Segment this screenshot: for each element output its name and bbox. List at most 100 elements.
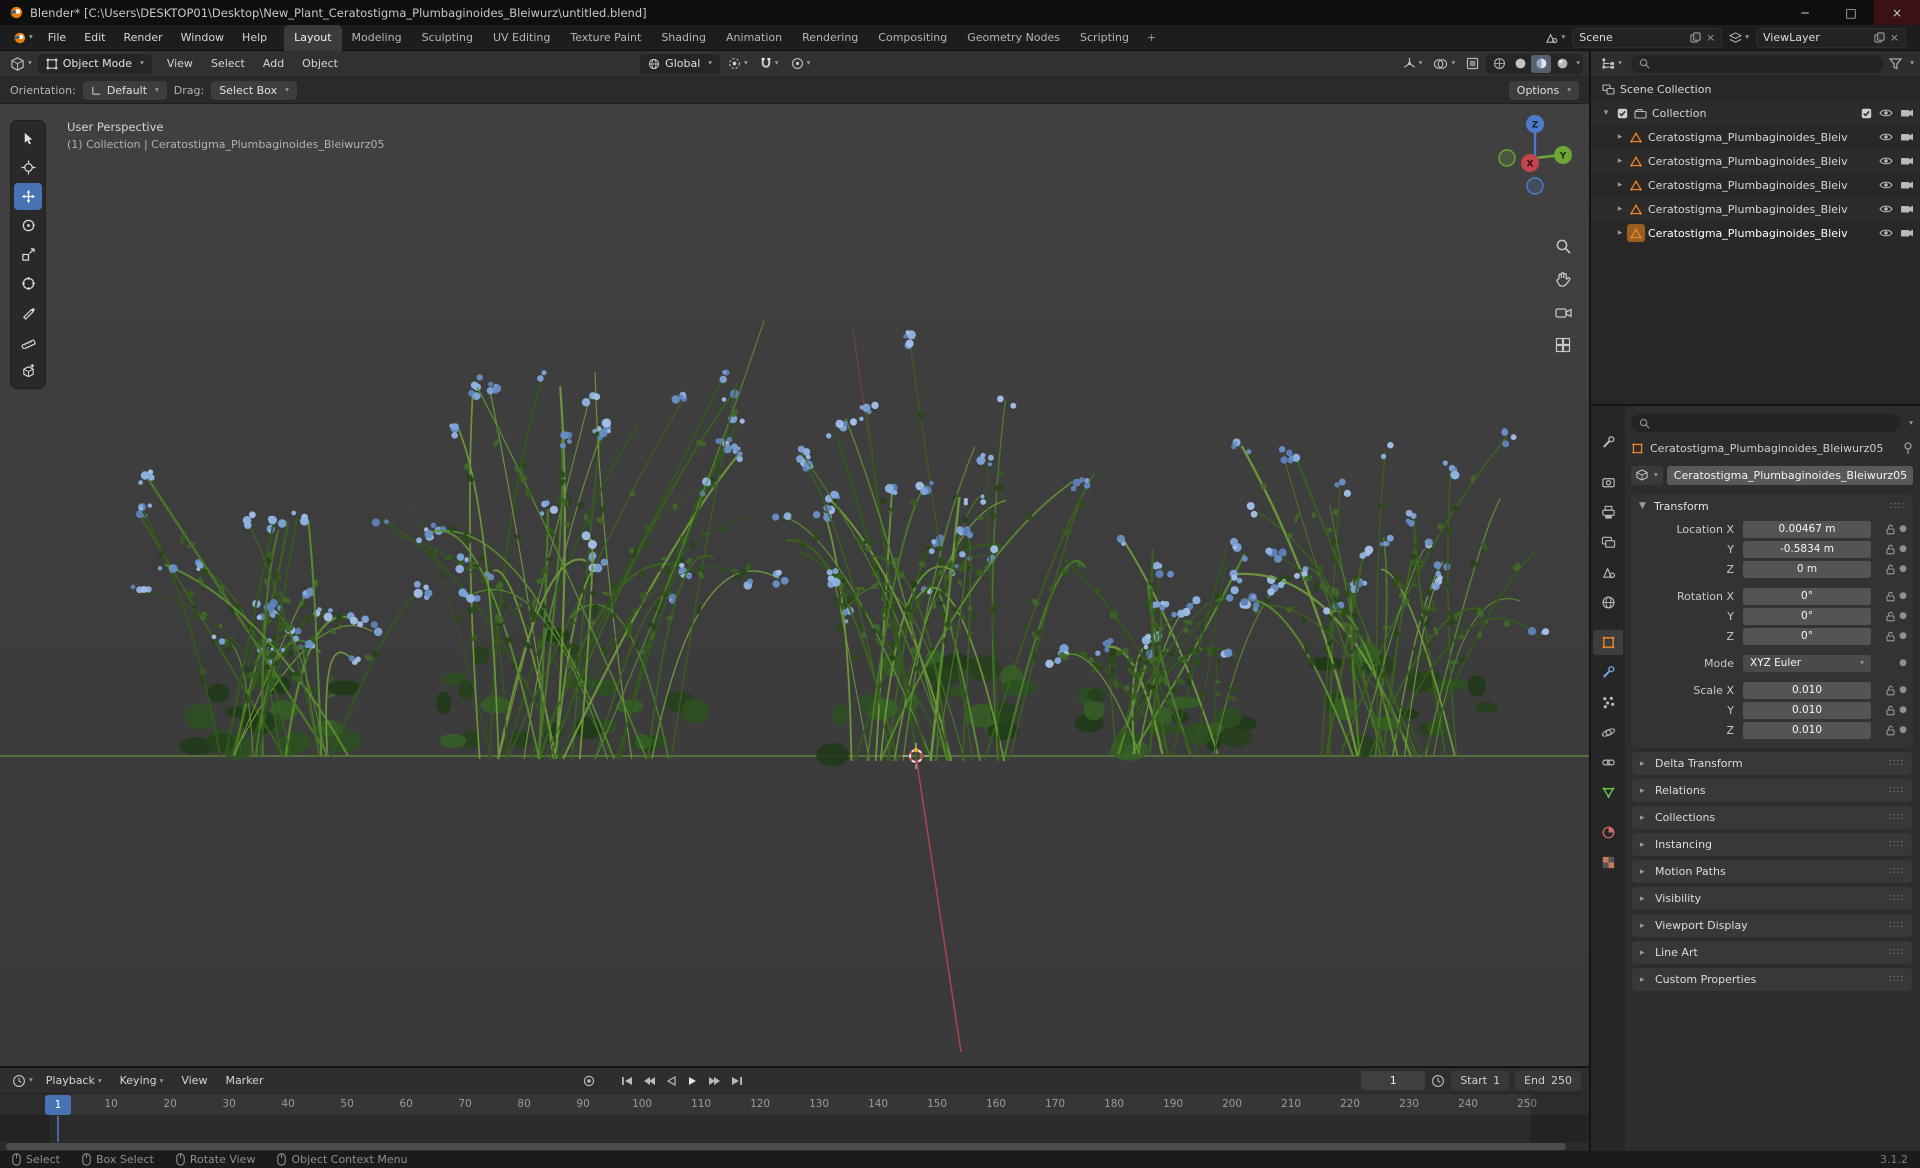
animate-dot-icon[interactable]: ● xyxy=(1899,564,1907,574)
snap-magnet-button[interactable]: ▾ xyxy=(756,54,783,74)
tool-cursor[interactable] xyxy=(14,154,42,181)
previous-keyframe-button[interactable] xyxy=(639,1072,659,1090)
transform-field-z[interactable]: 0.010 xyxy=(1743,721,1871,739)
panel-drag-handle[interactable]: ∷∷ xyxy=(1889,812,1904,823)
animate-dot-icon[interactable]: ● xyxy=(1899,591,1907,601)
navigation-gizmo[interactable]: Z Y X xyxy=(1493,112,1577,196)
disable-in-render-camera-icon[interactable] xyxy=(1900,180,1914,190)
viewport-menu-object[interactable]: Object xyxy=(293,51,347,76)
panel-custom-properties[interactable]: ▸ Custom Properties ∷∷ xyxy=(1632,968,1912,991)
disable-in-render-camera-icon[interactable] xyxy=(1900,228,1914,238)
transform-field-mode[interactable]: XYZ Euler ▾ xyxy=(1743,654,1871,672)
menu-edit[interactable]: Edit xyxy=(75,25,114,50)
plant-object-2[interactable] xyxy=(371,320,789,760)
close-button[interactable]: × xyxy=(1874,0,1920,25)
workspace-tab-rendering[interactable]: Rendering xyxy=(792,25,868,51)
scene-browse-button[interactable]: ▾ xyxy=(1542,32,1568,44)
hide-in-viewport-eye-icon[interactable] xyxy=(1879,180,1893,190)
disable-in-render-camera-icon[interactable] xyxy=(1900,132,1914,142)
workspace-tab-geometry-nodes[interactable]: Geometry Nodes xyxy=(957,25,1070,51)
gizmo-minus-y-ball[interactable] xyxy=(1498,149,1516,167)
current-frame-field[interactable]: 1 xyxy=(1361,1071,1426,1090)
transform-field-y[interactable]: 0° xyxy=(1743,607,1871,625)
remove-viewlayer-icon[interactable]: × xyxy=(1890,31,1899,44)
tool-add-cube[interactable] xyxy=(14,357,42,384)
workspace-tab-compositing[interactable]: Compositing xyxy=(868,25,957,51)
disable-in-render-camera-icon[interactable] xyxy=(1900,156,1914,166)
lock-icon[interactable] xyxy=(1886,564,1895,575)
hide-in-viewport-eye-icon[interactable] xyxy=(1879,132,1893,142)
tab-physics[interactable] xyxy=(1593,720,1623,745)
lock-icon[interactable] xyxy=(1886,591,1895,602)
hide-in-viewport-eye-icon[interactable] xyxy=(1879,204,1893,214)
chevron-down-icon[interactable]: ▾ xyxy=(1909,418,1913,427)
maximize-button[interactable]: □ xyxy=(1828,0,1874,25)
tab-world[interactable] xyxy=(1593,590,1623,615)
timeline-menu-playback[interactable]: Playback ▾ xyxy=(37,1068,111,1094)
panel-drag-handle[interactable]: ∷∷ xyxy=(1889,839,1904,850)
plant-object-1[interactable] xyxy=(130,469,433,761)
tab-output[interactable] xyxy=(1593,500,1623,525)
tab-particles[interactable] xyxy=(1593,690,1623,715)
timeline-ruler[interactable]: 10 20 30 40 50 60 70 80 90 100 110 120 130 140 150 160 1… xyxy=(0,1094,1589,1116)
tab-texture[interactable] xyxy=(1593,850,1623,875)
lock-icon[interactable] xyxy=(1886,611,1895,622)
animate-dot-icon[interactable]: ● xyxy=(1899,685,1907,695)
disable-in-render-camera-icon[interactable] xyxy=(1900,204,1914,214)
timeline-menu-marker[interactable]: Marker xyxy=(216,1068,272,1093)
tab-tool[interactable] xyxy=(1593,430,1623,455)
shading-solid-button[interactable] xyxy=(1510,55,1530,73)
orientation-dropdown[interactable]: Global ▾ xyxy=(640,53,721,74)
lock-icon[interactable] xyxy=(1886,685,1895,696)
panel-delta-transform[interactable]: ▸ Delta Transform ∷∷ xyxy=(1632,752,1912,775)
animate-dot-icon[interactable]: ● xyxy=(1899,725,1907,735)
new-scene-icon[interactable] xyxy=(1690,32,1701,43)
breadcrumb-object-name[interactable]: Ceratostigma_Plumbaginoides_Bleiwurz05 xyxy=(1650,442,1897,455)
gizmo-minus-z-ball[interactable] xyxy=(1526,177,1544,195)
panel-line-art[interactable]: ▸ Line Art ∷∷ xyxy=(1632,941,1912,964)
tool-transform[interactable] xyxy=(14,270,42,297)
viewport-menu-view[interactable]: View xyxy=(158,51,202,76)
proportional-edit-button[interactable]: ▾ xyxy=(787,54,815,74)
timeline-menu-view[interactable]: View xyxy=(172,1068,216,1093)
orthographic-toggle-icon[interactable] xyxy=(1553,335,1573,355)
panel-instancing[interactable]: ▸ Instancing ∷∷ xyxy=(1632,833,1912,856)
hide-in-viewport-eye-icon[interactable] xyxy=(1879,156,1893,166)
expand-caret-icon[interactable]: ▸ xyxy=(1613,132,1627,142)
workspace-tab-layout[interactable]: Layout xyxy=(284,24,342,51)
disable-in-render-camera-icon[interactable] xyxy=(1900,108,1914,118)
transform-field-z[interactable]: 0 m xyxy=(1743,560,1871,578)
editor-type-button[interactable]: ▾ xyxy=(6,54,36,74)
outliner-row-object[interactable]: ▸ Ceratostigma_Plumbaginoides_Bleiv xyxy=(1591,125,1920,149)
blender-menu-button[interactable]: ▾ xyxy=(6,31,39,45)
transform-field-y[interactable]: 0.010 xyxy=(1743,701,1871,719)
outliner-row-object[interactable]: ▸ Ceratostigma_Plumbaginoides_Bleiv xyxy=(1591,197,1920,221)
next-keyframe-button[interactable] xyxy=(705,1072,725,1090)
tab-object-data[interactable] xyxy=(1593,780,1623,805)
plant-object-5[interactable] xyxy=(1229,427,1550,758)
tab-object[interactable] xyxy=(1593,630,1623,655)
tool-rotate[interactable] xyxy=(14,212,42,239)
tool-scale[interactable] xyxy=(14,241,42,268)
drag-mode-dropdown[interactable]: Select Box ▾ xyxy=(211,80,297,100)
tab-modifiers[interactable] xyxy=(1593,660,1623,685)
gizmos-dropdown[interactable]: ▾ xyxy=(1399,54,1427,74)
panel-drag-handle[interactable]: ∷∷ xyxy=(1889,785,1904,796)
transform-panel-header[interactable]: ▼ Transform ∷∷ xyxy=(1631,494,1913,518)
panel-viewport-display[interactable]: ▸ Viewport Display ∷∷ xyxy=(1632,914,1912,937)
hide-in-viewport-eye-icon[interactable] xyxy=(1879,228,1893,238)
workspace-tab-scripting[interactable]: Scripting xyxy=(1070,25,1139,51)
object-name-field[interactable]: Ceratostigma_Plumbaginoides_Bleiwurz05 xyxy=(1666,465,1913,485)
expand-caret-icon[interactable]: ▸ xyxy=(1613,204,1627,214)
workspace-tab-sculpting[interactable]: Sculpting xyxy=(412,25,483,51)
lock-icon[interactable] xyxy=(1886,725,1895,736)
panel-drag-handle[interactable]: ∷∷ xyxy=(1890,501,1905,512)
filter-funnel-icon[interactable] xyxy=(1889,57,1903,70)
menu-help[interactable]: Help xyxy=(233,25,276,50)
start-frame-field[interactable]: Start 1 xyxy=(1451,1071,1510,1090)
tab-material[interactable] xyxy=(1593,820,1623,845)
shading-rendered-button[interactable] xyxy=(1552,55,1572,73)
panel-collections[interactable]: ▸ Collections ∷∷ xyxy=(1632,806,1912,829)
panel-motion-paths[interactable]: ▸ Motion Paths ∷∷ xyxy=(1632,860,1912,883)
viewport-canvas[interactable]: User Perspective (1) Collection | Cerato… xyxy=(0,104,1589,1066)
